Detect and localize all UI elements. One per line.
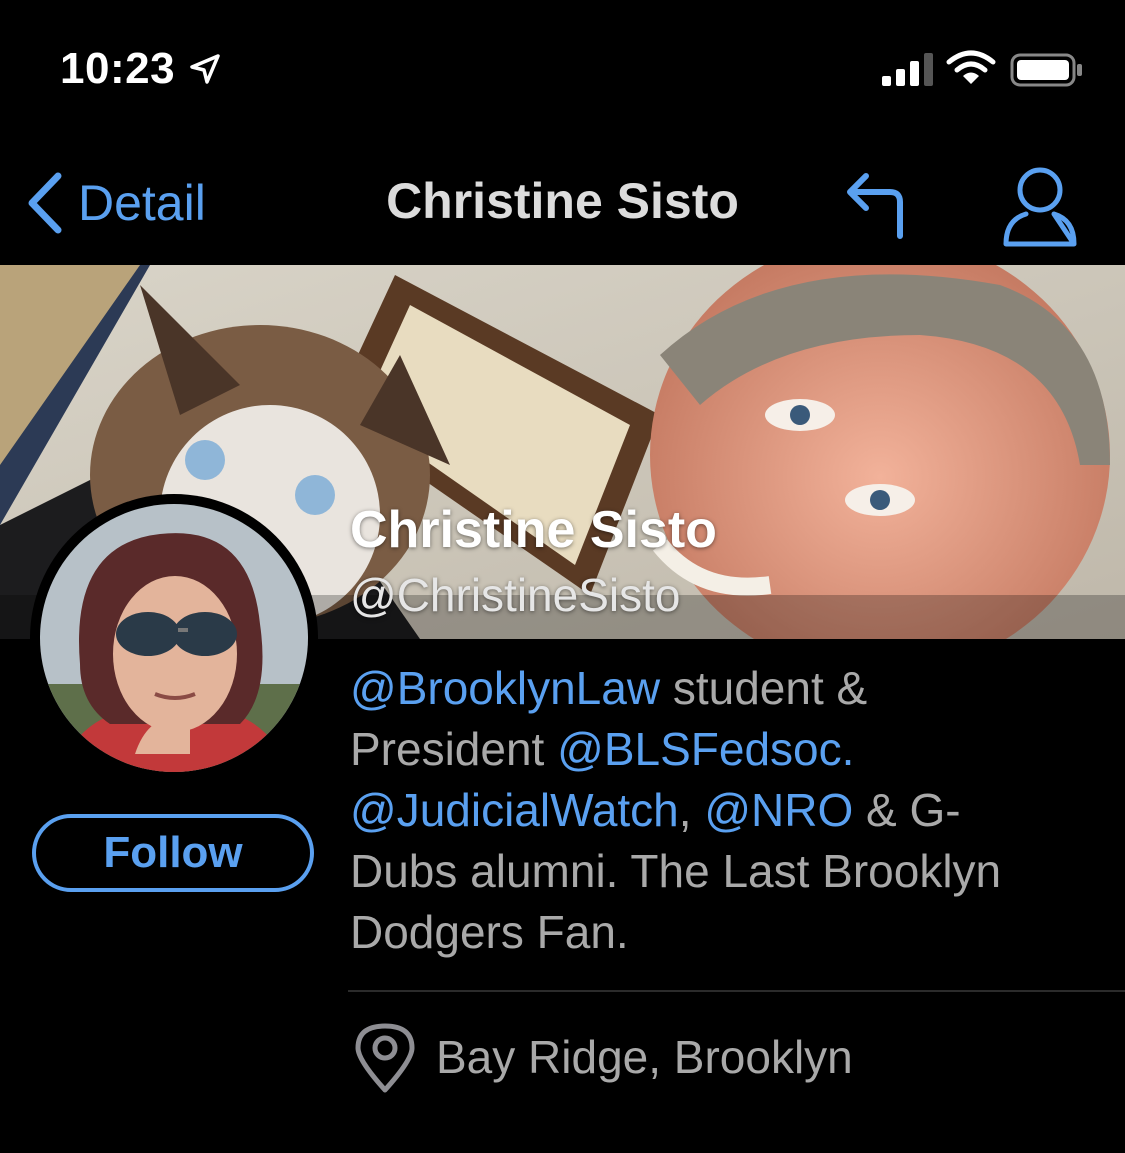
person-icon[interactable] [1000, 164, 1080, 248]
bio-text: & G- [853, 784, 961, 836]
reply-icon[interactable] [840, 164, 914, 240]
divider [348, 990, 1125, 992]
location-row: Bay Ridge, Brooklyn [350, 1020, 853, 1094]
mention-link[interactable]: @BrooklynLaw [350, 662, 660, 714]
navigation-bar: Detail Christine Sisto [0, 150, 1125, 260]
location-arrow-icon [190, 54, 220, 84]
status-time: 10:23 [60, 44, 176, 93]
follow-button[interactable]: Follow [32, 814, 314, 892]
mention-link[interactable]: @BLSFedsoc. [557, 723, 854, 775]
profile-handle: @ChristineSisto [350, 569, 681, 621]
bio-text: President [350, 723, 558, 775]
battery-icon [1010, 53, 1082, 87]
bio-line: Dodgers Fan. [350, 906, 629, 958]
bio-text: , [678, 784, 705, 836]
location-text: Bay Ridge, Brooklyn [436, 1031, 853, 1083]
mention-link[interactable]: @NRO [704, 784, 853, 836]
avatar[interactable] [40, 504, 308, 772]
mention-link[interactable]: @JudicialWatch [350, 784, 679, 836]
bio-line: @BrooklynLaw student & [350, 658, 1090, 719]
wifi-icon [946, 50, 996, 84]
profile-bio: @BrooklynLaw student & President @BLSFed… [350, 658, 1090, 963]
map-pin-icon [355, 1023, 415, 1093]
profile-display-name: Christine Sisto [350, 501, 717, 559]
cellular-signal-icon [882, 53, 933, 86]
status-bar: 10:23 [0, 0, 1125, 140]
bio-text: student & [660, 662, 868, 714]
bio-line: President @BLSFedsoc. [350, 719, 1090, 780]
bio-line: Dubs alumni. The Last Brooklyn [350, 845, 1002, 897]
bio-line: @JudicialWatch, @NRO & G- [350, 780, 1090, 841]
page-title: Christine Sisto [386, 173, 739, 229]
